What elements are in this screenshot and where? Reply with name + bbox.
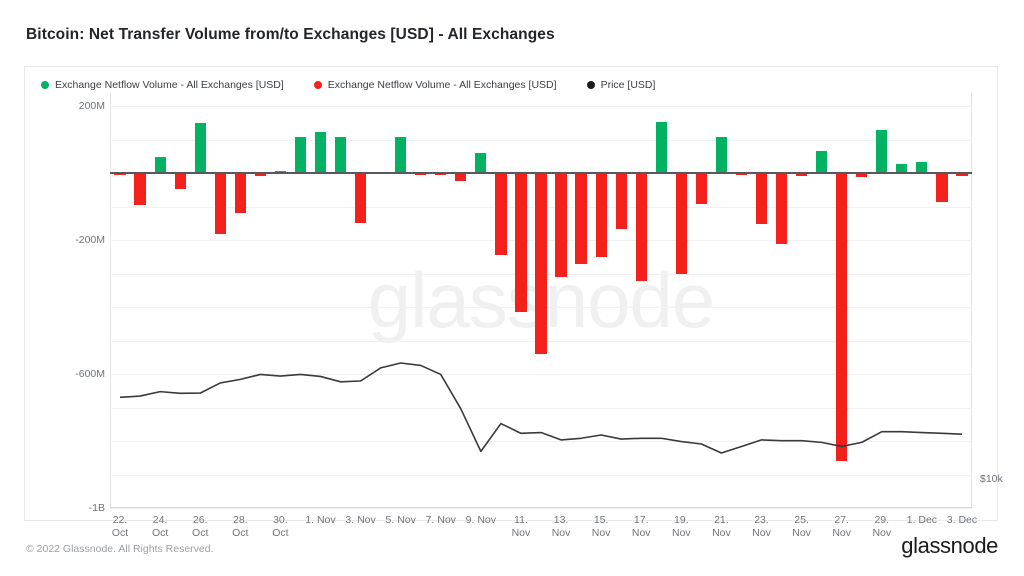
x-axis-tick-label: 24. Oct xyxy=(151,514,169,539)
legend-item-price[interactable]: Price [USD] xyxy=(586,79,656,91)
circle-dot-icon xyxy=(586,81,595,89)
y-axis-tick-label: 200M xyxy=(78,100,105,113)
x-axis-tick-label: 3. Dec xyxy=(946,514,978,526)
y-axis-tick-label: -200M xyxy=(75,234,105,247)
plot-area: glassnode xyxy=(110,93,972,509)
right-axis-label: $10k xyxy=(980,473,1003,485)
x-axis-tick-label: 30. Oct xyxy=(272,514,289,539)
x-axis-tick-label: 15. Nov xyxy=(591,514,611,539)
chart-page: Bitcoin: Net Transfer Volume from/to Exc… xyxy=(0,0,1024,576)
x-axis-tick-label: 25. Nov xyxy=(792,514,811,539)
x-axis-tick-label: 11. Nov xyxy=(511,514,531,539)
x-axis-tick-label: 23. Nov xyxy=(752,514,771,539)
legend-item-netflow-positive[interactable]: Exchange Netflow Volume - All Exchanges … xyxy=(41,79,284,91)
x-axis-tick-label: 1. Nov xyxy=(305,514,336,526)
y-axis-labels: 200M -200M -600M -1B xyxy=(49,93,105,514)
x-axis-tick-label: 22. Oct xyxy=(111,514,129,539)
x-axis-tick-label: 13. Nov xyxy=(551,514,571,539)
x-axis-tick-label: 27. Nov xyxy=(832,514,852,539)
price-line-series xyxy=(119,362,963,454)
circle-dot-icon xyxy=(313,81,322,89)
legend-item-netflow-negative[interactable]: Exchange Netflow Volume - All Exchanges … xyxy=(313,79,557,91)
x-axis-tick-label: 3. Nov xyxy=(345,514,376,526)
page-title: Bitcoin: Net Transfer Volume from/to Exc… xyxy=(26,26,555,43)
x-axis-tick-label: 19. Nov xyxy=(671,514,691,539)
chart-legend: Exchange Netflow Volume - All Exchanges … xyxy=(41,77,685,93)
y-axis-tick-label: -1B xyxy=(88,502,105,514)
price-line-path xyxy=(119,362,963,454)
x-axis-tick-label: 28. Oct xyxy=(232,514,249,539)
x-axis-tick-label: 29. Nov xyxy=(872,514,892,539)
chart-card: Exchange Netflow Volume - All Exchanges … xyxy=(24,66,1003,539)
legend-label: Price [USD] xyxy=(600,79,656,91)
gridline xyxy=(110,508,972,509)
x-axis-tick-label: 1. Dec xyxy=(906,514,938,526)
glassnode-logo: glassnode xyxy=(901,533,998,558)
circle-dot-icon xyxy=(41,81,49,89)
x-axis-tick-label: 5. Nov xyxy=(385,514,416,526)
legend-label: Exchange Netflow Volume - All Exchanges … xyxy=(55,79,284,91)
y-axis-tick-label: -600M xyxy=(75,368,105,381)
copyright-text: © 2022 Glassnode. All Rights Reserved. xyxy=(26,543,214,555)
x-axis-labels: 22. Oct 24. Oct 26. Oct 28. Oct 30. Oct 1. Nov 3. N… xyxy=(110,514,977,554)
legend-label: Exchange Netflow Volume - All Exchanges … xyxy=(327,79,557,91)
x-axis-tick-label: 26. Oct xyxy=(192,514,209,539)
x-axis-tick-label: 17. Nov xyxy=(631,514,651,539)
x-axis-tick-label: 21. Nov xyxy=(712,514,731,539)
x-axis-tick-label: 9. Nov xyxy=(465,514,497,526)
x-axis-tick-label: 7. Nov xyxy=(425,514,456,526)
